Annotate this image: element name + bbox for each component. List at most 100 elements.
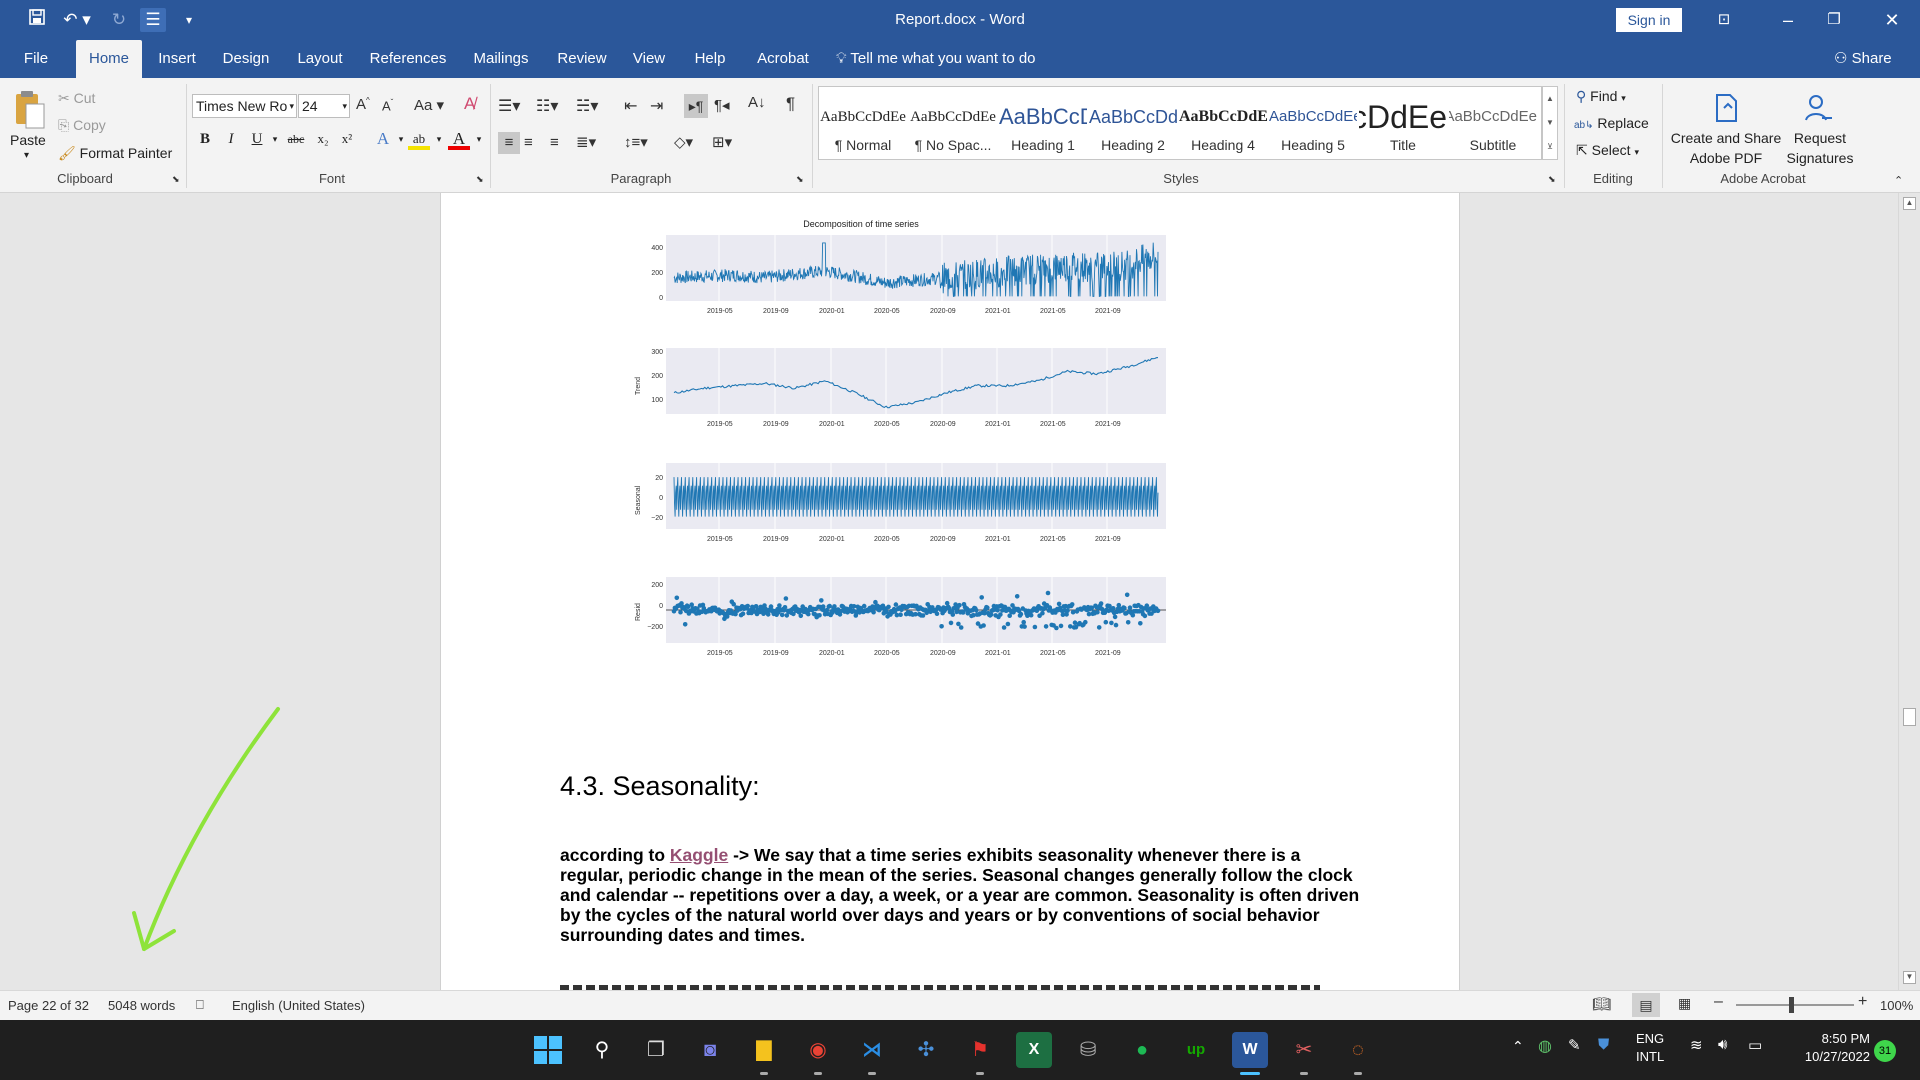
zoom-in-icon[interactable]: + <box>1858 993 1867 1011</box>
paragraph-launcher-icon[interactable]: ⬊ <box>796 174 804 185</box>
excel-icon[interactable]: X <box>1016 1032 1052 1068</box>
wifi-icon[interactable]: ≋ <box>1690 1036 1703 1054</box>
redo-icon[interactable]: ↻ <box>106 8 132 32</box>
clipboard-launcher-icon[interactable]: ⬊ <box>172 174 180 185</box>
signature-icon[interactable] <box>1802 92 1834 124</box>
word-count[interactable]: 5048 words <box>108 998 175 1013</box>
select-button[interactable]: ⇱ Select ▾ <box>1576 142 1639 159</box>
style-heading-2[interactable]: AaBbCcDdEe Heading 2 <box>1089 95 1177 159</box>
notification-badge[interactable]: 31 <box>1874 1040 1896 1062</box>
scroll-up-icon[interactable]: ▲ <box>1903 197 1916 210</box>
document-page[interactable]: Decomposition of time series 400 200 0 T… <box>440 193 1460 990</box>
tell-me-search[interactable]: 💡︎ Tell me what you want to do <box>836 40 1036 78</box>
volume-icon[interactable]: 🔊︎ <box>1718 1036 1727 1053</box>
read-mode-icon[interactable]: 📖︎ <box>1592 995 1611 1013</box>
chat-icon[interactable]: ◙ <box>692 1032 728 1068</box>
format-painter-button[interactable]: 🖌︎ Format Painter <box>58 145 172 162</box>
sign-in-button[interactable]: Sign in <box>1616 8 1682 32</box>
style-title[interactable]: AaBbCcDdEe Title <box>1359 95 1447 159</box>
tab-home[interactable]: Home <box>76 40 142 78</box>
tab-layout[interactable]: Layout <box>290 40 350 78</box>
tab-file[interactable]: File <box>14 40 58 78</box>
align-center-icon[interactable]: ≡ <box>524 132 533 154</box>
copy-button[interactable]: ⎘ Copy <box>58 117 106 134</box>
chevron-down-icon[interactable]: ▾ <box>428 128 450 150</box>
tab-design[interactable]: Design <box>216 40 276 78</box>
shading-icon[interactable]: ◇▾ <box>674 132 693 154</box>
style-heading-5[interactable]: AaBbCcDdEe Heading 5 <box>1269 95 1357 159</box>
grow-font-icon[interactable]: A^ <box>356 96 370 113</box>
file-explorer-icon[interactable]: ▇ <box>746 1032 782 1068</box>
numbering-icon[interactable]: ☷▾ <box>536 96 558 116</box>
zoom-slider-thumb[interactable] <box>1789 997 1794 1013</box>
font-launcher-icon[interactable]: ⬊ <box>476 174 484 185</box>
zoom-slider[interactable] <box>1736 1004 1854 1006</box>
styles-launcher-icon[interactable]: ⬊ <box>1548 174 1556 185</box>
restore-icon[interactable]: ❐ <box>1822 8 1846 32</box>
print-layout-icon[interactable]: ▤ <box>1632 993 1660 1017</box>
acrobat-icon[interactable]: ⚑ <box>962 1032 998 1068</box>
replace-button[interactable]: ab↳ Replace <box>1574 115 1649 131</box>
tableau-icon[interactable]: ✣ <box>908 1032 944 1068</box>
page-count[interactable]: Page 22 of 32 <box>8 998 89 1013</box>
tab-view[interactable]: View <box>626 40 672 78</box>
tab-mailings[interactable]: Mailings <box>466 40 536 78</box>
show-formatting-icon[interactable]: ¶ <box>786 94 795 114</box>
snipping-tool-icon[interactable]: ✂ <box>1286 1032 1322 1068</box>
tab-insert[interactable]: Insert <box>152 40 202 78</box>
decrease-indent-icon[interactable]: ⇤ <box>624 96 637 116</box>
multilevel-list-icon[interactable]: ☵▾ <box>576 96 598 116</box>
highlight-icon[interactable]: ab <box>408 128 430 150</box>
bullets-icon[interactable]: ☰▾ <box>498 96 520 116</box>
word-icon[interactable]: W <box>1232 1032 1268 1068</box>
pen-icon[interactable]: ✎ <box>1568 1036 1581 1054</box>
style-subtitle[interactable]: AaBbCcDdEe Subtitle <box>1449 95 1537 159</box>
bold-icon[interactable]: B <box>194 128 216 150</box>
ribbon-display-icon[interactable]: ⊡ <box>1712 8 1736 32</box>
cut-button[interactable]: ✂ Cut <box>58 90 95 107</box>
italic-icon[interactable]: I <box>220 128 242 150</box>
zoom-out-icon[interactable]: – <box>1714 993 1723 1011</box>
vertical-scrollbar[interactable]: ▲ ▼ <box>1898 193 1920 990</box>
jupyter-icon[interactable]: ◌ <box>1340 1032 1376 1068</box>
strikethrough-icon[interactable]: abc <box>282 128 310 150</box>
chevron-up-icon[interactable]: ⌃ <box>1512 1038 1524 1055</box>
clear-formatting-icon[interactable]: A̸ <box>464 94 475 114</box>
tab-acrobat[interactable]: Acrobat <box>748 40 818 78</box>
create-pdf-icon[interactable] <box>1710 92 1742 124</box>
sort-icon[interactable]: A↓ <box>748 94 766 111</box>
justify-icon[interactable]: ≣▾ <box>576 132 596 154</box>
save-icon[interactable] <box>24 8 50 32</box>
clock[interactable]: 8:50 PM 10/27/2022 <box>1790 1030 1870 1066</box>
font-color-icon[interactable]: A <box>448 128 470 150</box>
line-spacing-icon[interactable]: ↕≡▾ <box>624 132 648 154</box>
align-left-icon[interactable]: ≡ <box>498 132 520 154</box>
scroll-thumb[interactable] <box>1903 708 1916 726</box>
font-size-field[interactable]: 24 ▾ <box>298 94 350 118</box>
ltr-icon[interactable]: ▸¶ <box>684 94 708 118</box>
font-name-field[interactable]: Times New Ro ▾ <box>192 94 297 118</box>
qat-dropdown-icon[interactable]: ▾ <box>176 8 202 32</box>
shrink-font-icon[interactable]: Aˇ <box>382 98 393 113</box>
style-no-spacing[interactable]: AaBbCcDdEe ¶ No Spac... <box>909 95 997 159</box>
styles-scroll[interactable]: ▲ ▼ ⊻ <box>1542 86 1558 160</box>
battery-icon[interactable]: ▭ <box>1748 1036 1762 1054</box>
increase-indent-icon[interactable]: ⇥ <box>650 96 663 116</box>
superscript-icon[interactable]: x² <box>336 128 358 150</box>
spotify-icon[interactable]: ● <box>1124 1032 1160 1068</box>
customize-icon[interactable]: ☰ <box>140 8 166 32</box>
proofing-icon[interactable]: ⎕ <box>196 997 204 1013</box>
tab-help[interactable]: Help <box>686 40 734 78</box>
kaggle-link[interactable]: Kaggle <box>670 845 728 865</box>
zoom-level[interactable]: 100% <box>1880 998 1913 1013</box>
vscode-icon[interactable]: ⋊ <box>854 1032 890 1068</box>
task-view-icon[interactable]: ❐ <box>638 1032 674 1068</box>
paste-button[interactable]: Paste <box>10 132 46 148</box>
network-status-icon[interactable]: ◍ <box>1538 1036 1552 1056</box>
language-status[interactable]: English (United States) <box>232 998 365 1013</box>
paste-icon[interactable] <box>10 88 48 132</box>
borders-icon[interactable]: ⊞▾ <box>712 132 732 154</box>
chrome-icon[interactable]: ◉ <box>800 1032 836 1068</box>
collapse-ribbon-icon[interactable]: ⌃ <box>1894 174 1903 187</box>
rtl-icon[interactable]: ¶◂ <box>714 96 730 114</box>
